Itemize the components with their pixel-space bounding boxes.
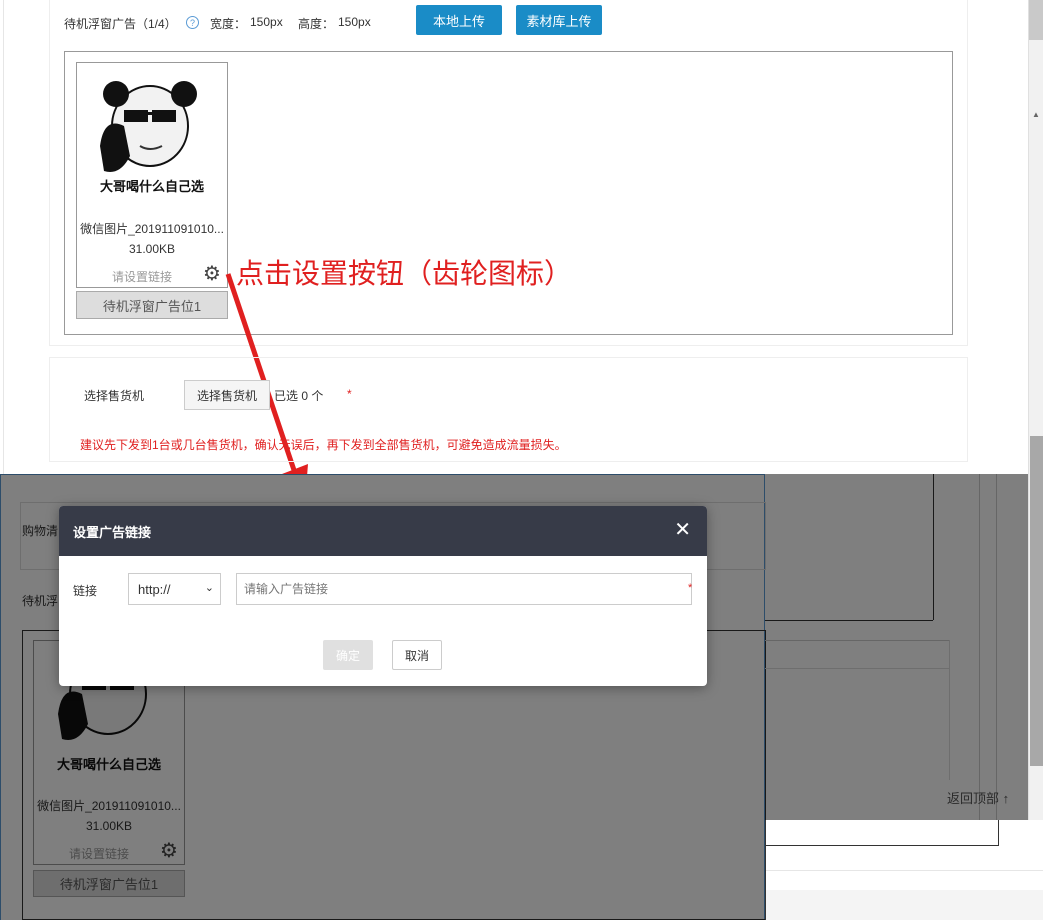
scrollbar-up-arrow[interactable]	[1029, 0, 1043, 40]
ad-file-name: 微信图片_201911091010...	[80, 222, 224, 236]
upload-library-button[interactable]: 素材库上传	[516, 5, 602, 35]
scrollbar[interactable]: ▲	[1028, 0, 1043, 820]
width-value: 150px	[250, 15, 283, 29]
protocol-select[interactable]: http:// ⌄	[128, 573, 221, 605]
url-input[interactable]	[236, 573, 692, 605]
ad-position-button[interactable]: 待机浮窗广告位1	[76, 291, 228, 319]
bottom-strip	[765, 820, 1043, 920]
protocol-selected: http://	[138, 581, 171, 597]
height-label: 高度：	[298, 17, 335, 31]
cancel-button[interactable]: 取消	[392, 640, 442, 670]
height-value: 150px	[338, 15, 371, 29]
upload-local-button[interactable]: 本地上传	[416, 5, 502, 35]
selected-count: 已选 0 个	[274, 389, 324, 403]
ad-file-size: 31.00KB	[128, 242, 176, 256]
machine-warning: 建议先下发到1台或几台售货机，确认无误后，再下发到全部售货机，可避免造成流量损失…	[80, 438, 567, 452]
ad-section-title: 待机浮窗广告（1/4）	[64, 17, 177, 31]
close-icon[interactable]: ✕	[674, 520, 691, 540]
modal-title: 设置广告链接	[73, 524, 152, 540]
help-icon[interactable]: ?	[186, 16, 199, 29]
confirm-button[interactable]: 确定	[323, 640, 373, 670]
modal-header: 设置广告链接 ✕	[59, 506, 707, 556]
link-label: 链接	[73, 584, 98, 598]
page-left-border	[3, 0, 4, 480]
required-mark: *	[347, 387, 352, 401]
ad-link-hint: 请设置链接	[111, 270, 172, 284]
chevron-down-icon: ⌄	[204, 582, 214, 594]
url-required-mark: *	[688, 582, 693, 594]
ad-image-caption: 大哥喝什么自己选	[99, 179, 204, 194]
width-label: 宽度：	[210, 17, 247, 31]
scrollbar-track-arrow-icon[interactable]: ▲	[1032, 110, 1040, 119]
scrollbar-thumb[interactable]	[1030, 436, 1043, 766]
set-ad-link-modal: 设置广告链接 ✕ 链接 http:// ⌄ * 确定 取消	[59, 506, 707, 686]
modal-backdrop-lower[interactable]	[0, 820, 765, 920]
machine-label: 选择售货机	[84, 389, 145, 403]
select-machine-button[interactable]: 选择售货机	[184, 380, 270, 410]
